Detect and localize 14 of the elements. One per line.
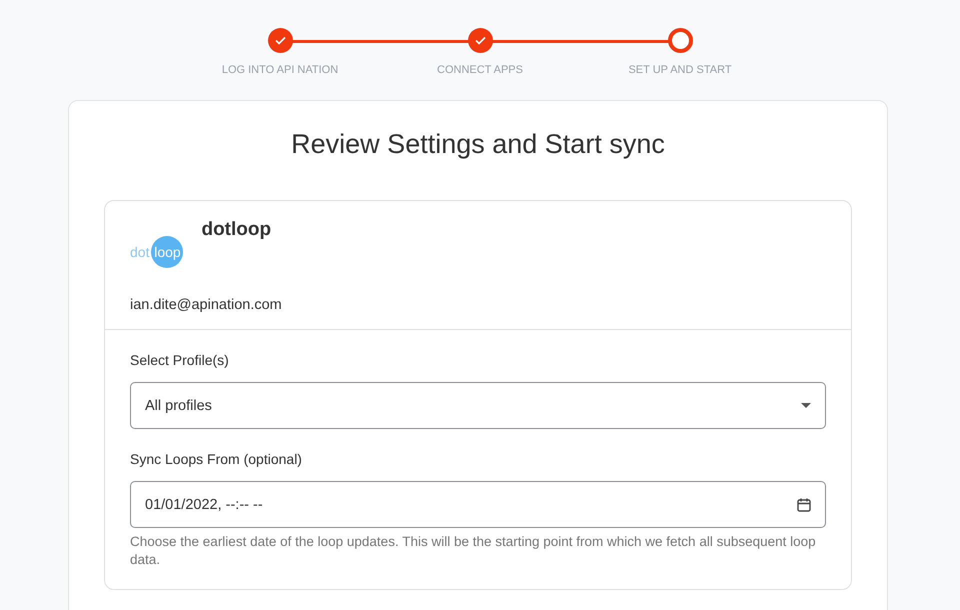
app-name: dotloop: [201, 219, 272, 242]
dotloop-logo: dot loop: [130, 227, 184, 277]
field-label: Select Profile(s): [130, 352, 230, 368]
step-label: SET UP AND START: [628, 64, 732, 76]
calendar-icon[interactable]: [797, 498, 811, 512]
step-label: LOG INTO API NATION: [222, 64, 338, 76]
field-label: Sync Loops From (optional): [130, 451, 303, 467]
account-email: ian.dite@apination.com: [130, 297, 283, 315]
dropdown-caret-icon: [801, 403, 811, 408]
date-time-field[interactable]: 01/01/2022, --:-- --: [130, 481, 826, 528]
profile-select[interactable]: All profiles: [130, 382, 826, 429]
help-text: Choose the earliest date of the loop updates. This will be the starting point from which we fetch all subsequent loop data.: [130, 533, 817, 569]
step-label: CONNECT APPS: [437, 64, 523, 76]
page-title: Review Settings and Start sync: [290, 129, 666, 160]
